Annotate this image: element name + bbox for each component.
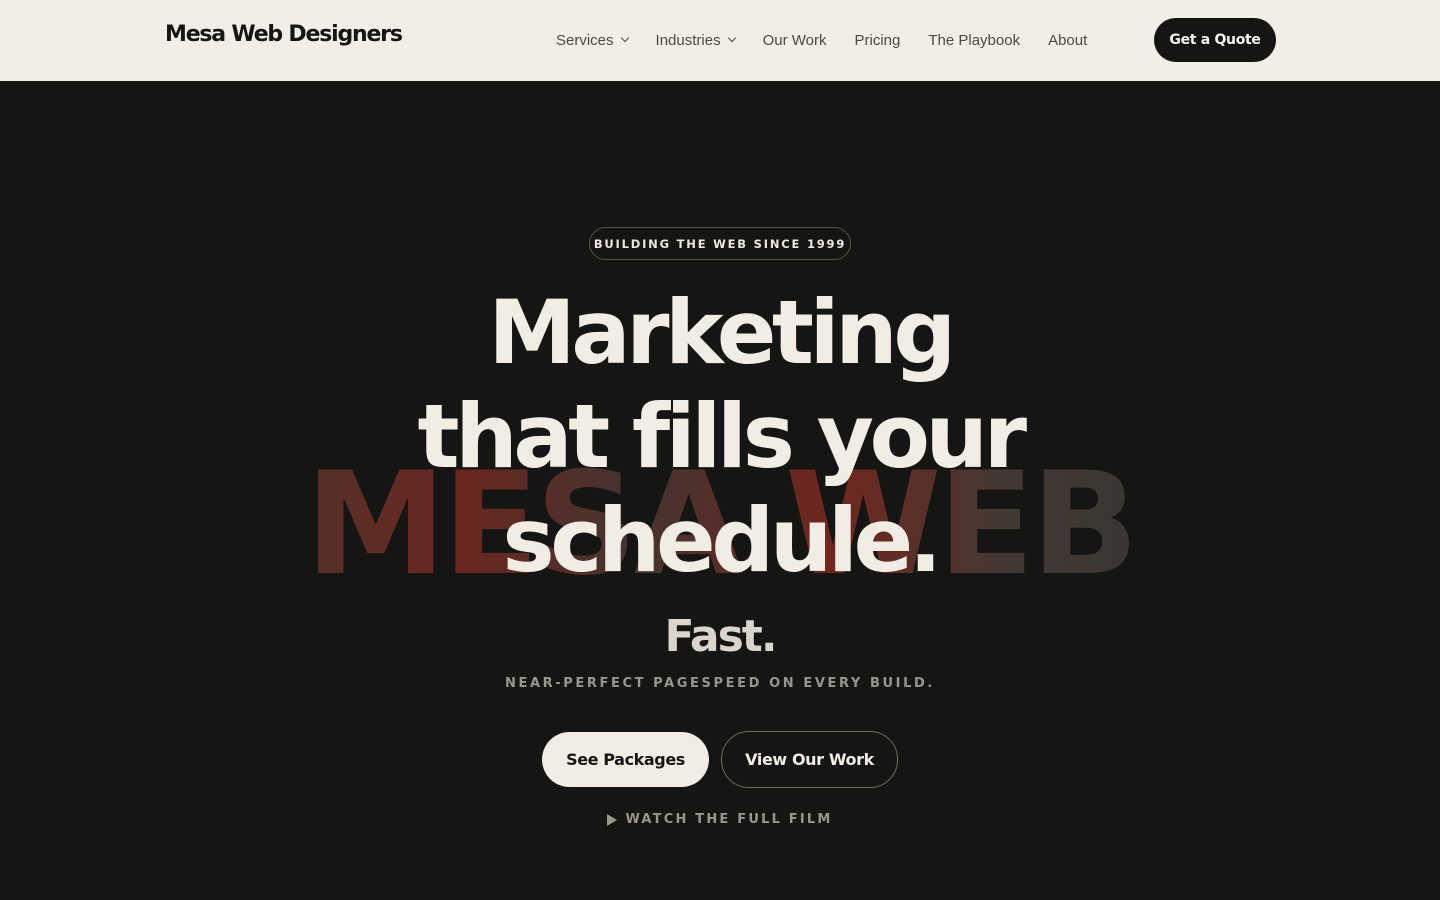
see-packages-button[interactable]: See Packages [542,732,709,787]
nav-item-label: Services [556,31,614,49]
headline-line-1: Marketing [488,281,956,384]
nav-item-services[interactable]: Services [556,31,629,49]
pagespeed-subline: NEAR-PERFECT PAGESPEED ON EVERY BUILD. [505,676,935,691]
nav-item-about[interactable]: About [1048,32,1087,49]
chevron-down-icon [727,33,736,43]
nav-item-playbook[interactable]: The Playbook [928,32,1020,49]
nav-item-pricing[interactable]: Pricing [854,32,900,49]
site-logo[interactable]: Mesa Web Designers [165,22,403,47]
top-navigation-bar: Mesa Web Designers Services Industries O… [0,0,1440,81]
hero-headline: Marketing that fills your schedule. [0,281,1440,593]
nav-item-our-work[interactable]: Our Work [763,32,827,49]
play-icon [607,813,618,826]
fast-tagline: Fast. [664,611,777,662]
nav-item-label: Industries [655,31,721,49]
headline-line-3: schedule. [502,489,942,592]
get-a-quote-button[interactable]: Get a Quote [1154,18,1276,62]
headline-line-2: that fills your [417,385,1027,488]
watch-film-label: WATCH THE FULL FILM [625,812,833,827]
nav-item-industries[interactable]: Industries [655,31,736,49]
since-badge: BUILDING THE WEB SINCE 1999 [589,227,851,260]
hero-section: BUILDING THE WEB SINCE 1999 MESA WEB Mar… [0,81,1440,900]
chevron-down-icon [620,33,629,43]
view-our-work-button[interactable]: View Our Work [721,731,898,788]
watch-film-link[interactable]: WATCH THE FULL FILM [0,812,1440,827]
main-nav: Services Industries Our Work Pricing The… [556,29,1087,51]
